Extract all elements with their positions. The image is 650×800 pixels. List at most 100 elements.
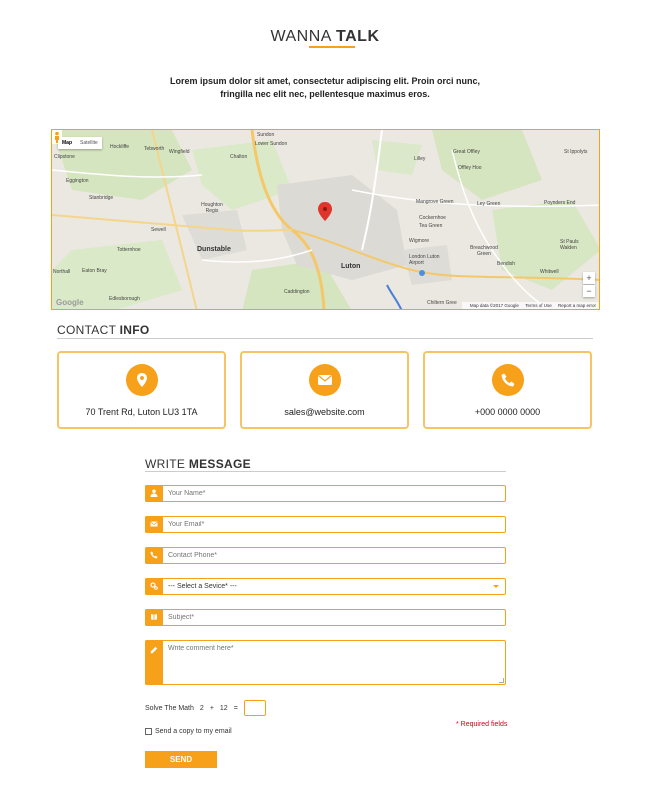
map-label: Wingfield [169, 149, 190, 155]
zoom-in-button[interactable]: + [583, 272, 595, 284]
contact-info-divider [57, 338, 593, 339]
map-label: Whitwell [540, 269, 559, 275]
math-operand-a: 2 [199, 704, 204, 712]
math-operator: + [209, 704, 214, 712]
email-text[interactable]: sales@website.com [242, 407, 407, 417]
intro-line-1: Lorem ipsum dolor sit amet, consectetur … [169, 76, 481, 86]
map-label: Lilley [414, 156, 426, 162]
comment-field [145, 640, 506, 685]
write-message-title-light: WRITE [145, 457, 186, 471]
math-answer-input[interactable] [243, 700, 266, 716]
map-label: St Ippolyts [564, 149, 588, 155]
street-view-pegman-icon[interactable] [52, 130, 62, 144]
subject-field [145, 609, 506, 626]
send-copy-label: Send a copy to my email [155, 728, 232, 735]
map-label: Lower Sundon [255, 141, 288, 147]
location-pin-icon [125, 364, 158, 396]
phone-field [145, 547, 506, 564]
map-label: Edlesborough [109, 296, 140, 302]
contact-info-title: CONTACT INFO [57, 323, 150, 337]
math-operand-b: 12 [219, 704, 228, 712]
map-label: Hockliffe [110, 144, 130, 150]
name-input[interactable] [168, 486, 488, 501]
comment-textarea[interactable] [168, 645, 488, 681]
address-text: 70 Trent Rd, Luton LU3 1TA [85, 407, 198, 417]
map-label: Northall [53, 269, 71, 275]
title-underline [309, 46, 355, 48]
map-label: Mangrove Green [416, 199, 454, 205]
required-fields-note: * Required fields [456, 721, 508, 728]
address-card: 70 Trent Rd, Luton LU3 1TA [57, 351, 226, 429]
map-label: Offley Hoo [458, 165, 482, 171]
map-type-satellite-button[interactable]: Satellite [76, 137, 102, 149]
page-title-bold: TALK [336, 28, 380, 45]
write-message-divider [145, 471, 506, 472]
map-label: Sewell [151, 227, 166, 233]
map-type-toggle: Map Satellite [58, 137, 102, 149]
google-logo: Google [56, 298, 84, 307]
contact-info-title-light: CONTACT [57, 323, 116, 337]
book-icon [145, 609, 163, 626]
contact-info-title-bold: INFO [119, 323, 150, 337]
send-copy-option[interactable]: Send a copy to my email [145, 728, 232, 735]
map-data-text: Map data ©2017 Google [469, 303, 519, 308]
phone-icon [491, 364, 524, 396]
map-label: Chalton [230, 154, 248, 160]
map-label: Luton [341, 263, 361, 270]
phone-icon [145, 547, 163, 564]
user-icon [145, 485, 163, 502]
map-label: Eaton Bray [82, 268, 107, 274]
location-map[interactable]: Sundon Lower Sundon Hockliffe Tebworth W… [51, 129, 600, 310]
name-field [145, 485, 506, 502]
write-message-title: WRITE MESSAGE [145, 457, 251, 471]
phone-card: +000 0000 0000 [423, 351, 592, 429]
service-select[interactable]: --- Select a Sevice* --- [145, 578, 506, 595]
email-field [145, 516, 506, 533]
map-label: Tea Green [419, 223, 443, 229]
zoom-out-button[interactable]: − [583, 285, 595, 297]
map-label: Eggington [66, 178, 89, 184]
map-label: Stanbridge [89, 195, 114, 201]
send-button[interactable]: SEND [145, 751, 217, 768]
map-label: Breachwood Green [470, 245, 498, 257]
phone-text[interactable]: +000 0000 0000 [425, 407, 590, 417]
email-input[interactable] [168, 517, 488, 532]
intro-text: Lorem ipsum dolor sit amet, consectetur … [100, 75, 550, 101]
map-attribution: Map data ©2017 Google Terms of Use Repor… [461, 302, 599, 309]
envelope-icon [145, 516, 163, 533]
map-label: London Luton Airport [409, 254, 440, 266]
chevron-down-icon [493, 585, 499, 588]
map-label: Tebworth [144, 146, 165, 152]
email-card: sales@website.com [240, 351, 409, 429]
map-label: Ley Green [477, 201, 501, 207]
math-label: Solve The Math [145, 704, 194, 712]
map-label: St Pauls Walden [560, 239, 579, 251]
map-label: Clipstone [54, 154, 75, 160]
map-label: Caddington [284, 289, 310, 295]
write-message-title-bold: MESSAGE [188, 457, 251, 471]
map-label: Houghton Regis [201, 202, 223, 214]
gears-icon [145, 578, 163, 595]
map-label: Cockernhoe [419, 215, 446, 221]
map-label: Chiltern Gree [427, 300, 457, 306]
map-label: Totternhoe [117, 247, 141, 253]
map-label: Dunstable [197, 246, 231, 253]
send-copy-checkbox[interactable] [145, 728, 152, 735]
terms-link[interactable]: Terms of Use [525, 303, 552, 308]
subject-input[interactable] [168, 610, 488, 625]
intro-line-2: fringilla nec elit nec, pellentesque max… [220, 89, 430, 99]
page-title-light: WANNA [270, 28, 332, 45]
map-canvas [52, 130, 599, 309]
report-error-link[interactable]: Report a map error [558, 303, 596, 308]
map-label: Wigmore [409, 238, 430, 244]
map-label: Poynders End [544, 200, 576, 206]
phone-input[interactable] [168, 548, 488, 563]
pencil-icon [145, 640, 163, 685]
service-select-value: --- Select a Sevice* --- [168, 583, 237, 590]
math-equals: = [233, 704, 238, 712]
envelope-icon [308, 364, 341, 396]
map-label: Sundon [257, 132, 275, 138]
resize-handle[interactable] [499, 678, 504, 683]
page-title: WANNA TALK [0, 28, 650, 46]
map-label: Great Offley [453, 149, 480, 155]
